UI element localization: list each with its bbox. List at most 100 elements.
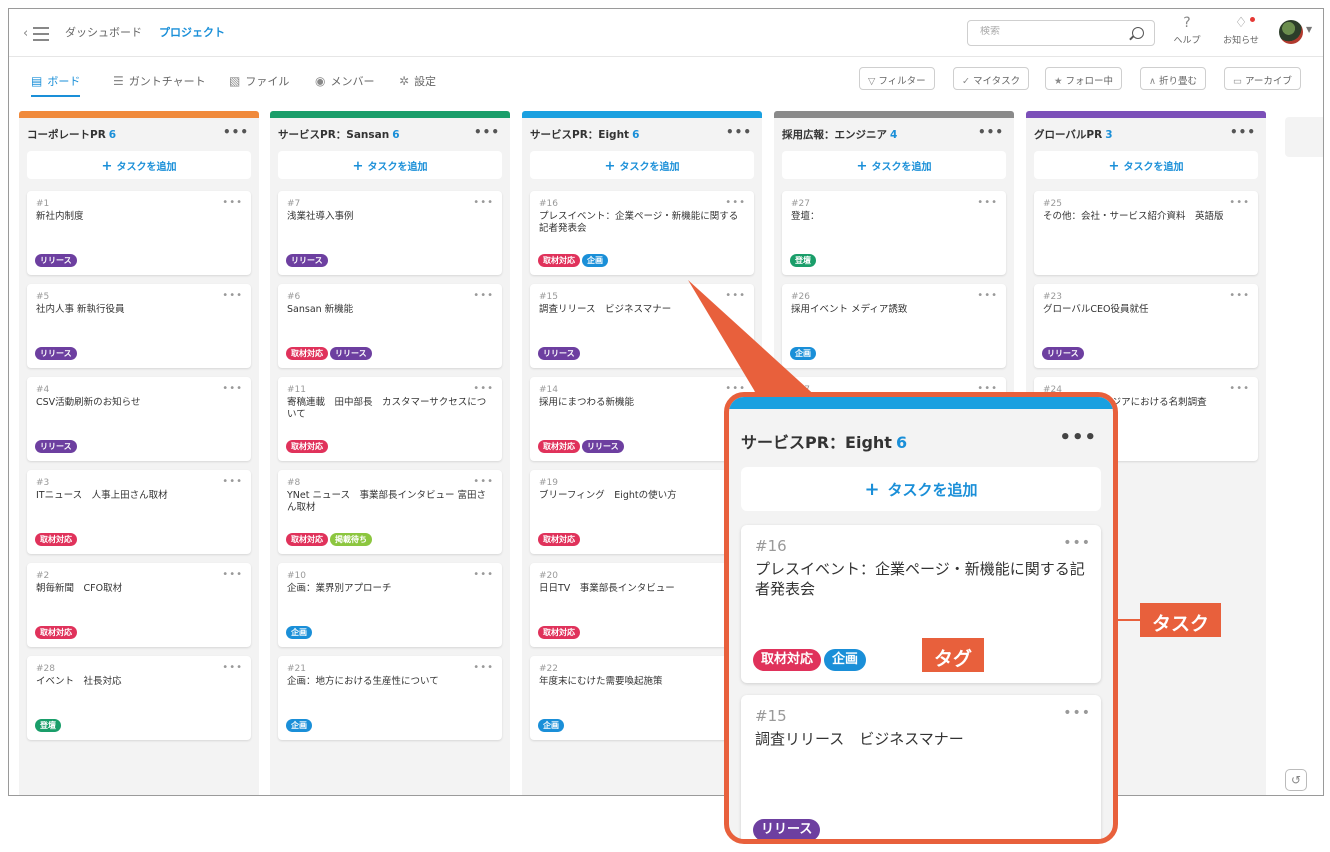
tag-badge[interactable]: 取材対応 [753,649,822,671]
task-card[interactable]: #19•••ブリーフィング Eightの使い方取材対応 [530,470,754,554]
tag-badge[interactable]: 取材対応 [286,440,328,453]
card-more-icon[interactable]: ••• [222,569,243,580]
card-more-icon[interactable]: ••• [473,569,494,580]
tag-badge[interactable]: 取材対応 [538,533,580,546]
task-card[interactable]: #10 ••• 企画：業界別アプローチ 企画 [278,563,502,647]
tab-settings[interactable]: ✲ 設定 [399,73,436,97]
add-task-button[interactable]: + タスクを追加 [1034,151,1258,179]
user-avatar[interactable] [1279,20,1303,44]
search-input[interactable] [980,26,1120,37]
task-card[interactable]: #27 ••• 登壇： 登壇 [782,191,1006,275]
card-more-icon[interactable]: ••• [473,476,494,487]
tag-badge[interactable]: 取材対応 [35,533,77,546]
task-card[interactable]: #2 ••• 朝毎新聞 CFO取材 取材対応 [27,563,251,647]
tag-badge[interactable]: リリース [582,440,624,453]
task-card[interactable]: #11 ••• 寄稿連載 田中部長 カスタマーサクセスについて 取材対応 [278,377,502,461]
zoom-more-icon[interactable]: ••• [1059,427,1097,448]
task-card[interactable]: #21 ••• 企画：地方における生産性について 企画 [278,656,502,740]
tag-badge[interactable]: 取材対応 [538,440,580,453]
tag-badge[interactable]: リリース [1042,347,1084,360]
my-tasks-button[interactable]: ✓ マイタスク [953,67,1030,90]
tab-board[interactable]: ▤ ボード [31,73,81,97]
tag-badge[interactable]: 取材対応 [286,533,328,546]
task-card[interactable]: #1 ••• 新社内制度 リリース [27,191,251,275]
card-more-icon[interactable]: ••• [1063,705,1091,721]
task-card[interactable]: #15 ••• 調査リリース ビジネスマナー リリース [530,284,754,368]
tab-files[interactable]: ▧ ファイル [229,73,289,97]
tag-badge[interactable]: 登壇 [35,719,61,732]
task-card[interactable]: #8 ••• YNet ニュース 事業部長インタビュー 富田さん取材 取材対応 掲載待ち [278,470,502,554]
task-card[interactable]: #26 ••• 採用イベント メディア誘致 企画 [782,284,1006,368]
tag-badge[interactable]: リリース [286,254,328,267]
tag-badge[interactable]: リリース [330,347,372,360]
add-task-button[interactable]: + タスクを追加 [27,151,251,179]
card-more-icon[interactable]: ••• [1063,535,1091,551]
task-card[interactable]: #14 ••• 採用にまつわる新機能 取材対応 リリース [530,377,754,461]
tag-badge[interactable]: 取材対応 [286,347,328,360]
card-more-icon[interactable]: ••• [977,290,998,301]
tag-badge[interactable]: 企画 [286,626,312,639]
tag-badge[interactable]: 企画 [824,649,867,671]
tag-badge[interactable]: 掲載待ち [330,533,372,546]
collapse-button[interactable]: ∧ 折り畳む [1140,67,1206,90]
tag-badge[interactable]: 取材対応 [538,626,580,639]
filter-button[interactable]: ▽ フィルター [859,67,935,90]
column-more-icon[interactable]: ••• [1230,125,1256,139]
card-more-icon[interactable]: ••• [473,662,494,673]
notifications-button[interactable]: ♢ お知らせ [1217,15,1265,46]
search-icon[interactable] [1132,27,1144,39]
card-more-icon[interactable]: ••• [725,290,746,301]
tag-badge[interactable]: 取材対応 [35,626,77,639]
task-card[interactable]: #4 ••• CSV活動刷新のお知らせ リリース [27,377,251,461]
add-task-button[interactable]: + タスクを追加 [278,151,502,179]
add-task-button[interactable]: + タスクを追加 [782,151,1006,179]
tag-badge[interactable]: 登壇 [790,254,816,267]
task-card[interactable]: #22•••年度末にむけた需要喚起施策企画 [530,656,754,740]
help-button[interactable]: ? ヘルプ [1169,15,1205,46]
column-more-icon[interactable]: ••• [474,125,500,139]
zoom-task-card[interactable]: #15 ••• 調査リリース ビジネスマナー リリース [741,695,1101,839]
card-more-icon[interactable]: ••• [222,383,243,394]
task-card[interactable]: #20•••日日TV 事業部長インタビュー取材対応 [530,563,754,647]
tab-members[interactable]: ◉ メンバー [315,73,374,97]
tag-badge[interactable]: リリース [753,819,821,839]
tag-badge[interactable]: 企画 [538,719,564,732]
card-more-icon[interactable]: ••• [473,290,494,301]
caret-down-icon[interactable]: ▼ [1306,25,1312,34]
task-card[interactable]: #23 ••• グローバルCEO役員就任 リリース [1034,284,1258,368]
card-more-icon[interactable]: ••• [222,197,243,208]
card-more-icon[interactable]: ••• [1229,197,1250,208]
task-card[interactable]: #3 ••• ITニュース 人事上田さん取材 取材対応 [27,470,251,554]
card-more-icon[interactable]: ••• [222,476,243,487]
card-more-icon[interactable]: ••• [1229,290,1250,301]
tag-badge[interactable]: 取材対応 [538,254,580,267]
task-card[interactable]: #28 ••• イベント 社長対応 登壇 [27,656,251,740]
task-card[interactable]: #16 ••• プレスイベント：企業ページ・新機能に関する記者発表会 取材対応 企画 [530,191,754,275]
zoom-add-task-button[interactable]: + タスクを追加 [741,467,1101,511]
column-more-icon[interactable]: ••• [726,125,752,139]
breadcrumb-project[interactable]: プロジェクト [159,24,225,40]
card-more-icon[interactable]: ••• [977,197,998,208]
tag-badge[interactable]: 企画 [286,719,312,732]
zoom-task-card[interactable]: #16 ••• プレスイベント：企業ページ・新機能に関する記者発表会 取材対応企… [741,525,1101,683]
card-more-icon[interactable]: ••• [473,383,494,394]
tag-badge[interactable]: 企画 [790,347,816,360]
history-icon[interactable]: ↺ [1285,769,1307,791]
tag-badge[interactable]: リリース [538,347,580,360]
card-more-icon[interactable]: ••• [1229,383,1250,394]
following-button[interactable]: ★ フォロー中 [1045,67,1123,90]
menu-toggle-button[interactable]: ‹ [23,23,53,43]
tab-gantt[interactable]: ☰ ガントチャート [113,73,206,97]
card-more-icon[interactable]: ••• [473,197,494,208]
column-more-icon[interactable]: ••• [223,125,249,139]
task-card[interactable]: #5 ••• 社内人事 新執行役員 リリース [27,284,251,368]
card-more-icon[interactable]: ••• [725,197,746,208]
task-card[interactable]: #7 ••• 浅業社導入事例 リリース [278,191,502,275]
tag-badge[interactable]: 企画 [582,254,608,267]
card-more-icon[interactable]: ••• [222,290,243,301]
card-more-icon[interactable]: ••• [222,662,243,673]
add-task-button[interactable]: + タスクを追加 [530,151,754,179]
tag-badge[interactable]: リリース [35,254,77,267]
column-more-icon[interactable]: ••• [978,125,1004,139]
archive-button[interactable]: ▭ アーカイブ [1224,67,1301,90]
